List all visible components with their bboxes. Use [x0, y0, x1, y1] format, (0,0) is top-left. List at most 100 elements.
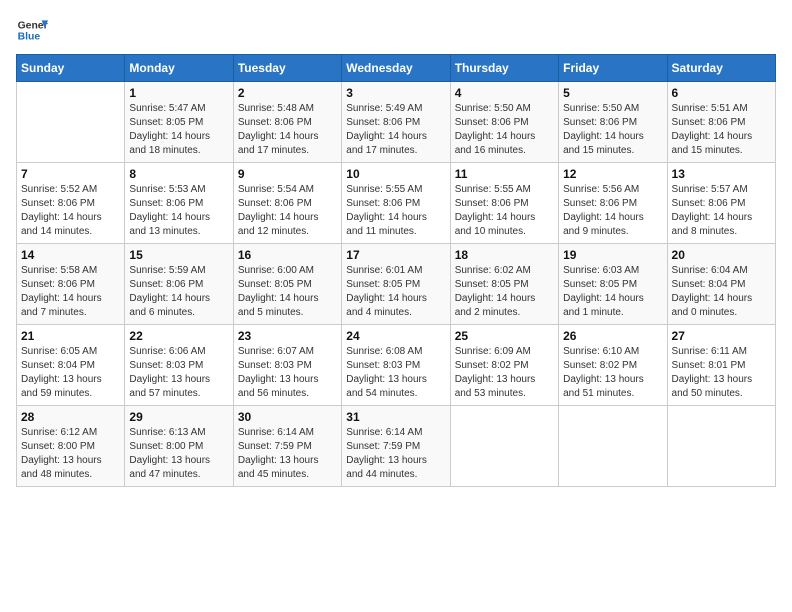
day-number: 31 [346, 410, 445, 424]
calendar-cell: 24 Sunrise: 6:08 AM Sunset: 8:03 PM Dayli… [342, 325, 450, 406]
header-day: Friday [559, 55, 667, 82]
day-number: 26 [563, 329, 662, 343]
day-info: Sunrise: 6:08 AM Sunset: 8:03 PM Dayligh… [346, 345, 445, 401]
day-number: 20 [672, 248, 771, 262]
calendar-cell: 3 Sunrise: 5:49 AM Sunset: 8:06 PM Daylig… [342, 82, 450, 163]
calendar-cell: 4 Sunrise: 5:50 AM Sunset: 8:06 PM Daylig… [450, 82, 558, 163]
calendar-cell: 31 Sunrise: 6:14 AM Sunset: 7:59 PM Dayli… [342, 406, 450, 487]
calendar-cell: 25 Sunrise: 6:09 AM Sunset: 8:02 PM Dayli… [450, 325, 558, 406]
day-number: 4 [455, 86, 554, 100]
day-number: 17 [346, 248, 445, 262]
day-info: Sunrise: 6:03 AM Sunset: 8:05 PM Dayligh… [563, 264, 662, 320]
day-number: 9 [238, 167, 337, 181]
day-info: Sunrise: 6:07 AM Sunset: 8:03 PM Dayligh… [238, 345, 337, 401]
day-info: Sunrise: 6:10 AM Sunset: 8:02 PM Dayligh… [563, 345, 662, 401]
day-number: 22 [129, 329, 228, 343]
header-day: Monday [125, 55, 233, 82]
day-number: 28 [21, 410, 120, 424]
calendar-cell: 18 Sunrise: 6:02 AM Sunset: 8:05 PM Dayli… [450, 244, 558, 325]
calendar-cell: 29 Sunrise: 6:13 AM Sunset: 8:00 PM Dayli… [125, 406, 233, 487]
calendar-cell: 14 Sunrise: 5:58 AM Sunset: 8:06 PM Dayli… [17, 244, 125, 325]
day-info: Sunrise: 6:14 AM Sunset: 7:59 PM Dayligh… [238, 426, 337, 482]
calendar-table: SundayMondayTuesdayWednesdayThursdayFrid… [16, 54, 776, 487]
day-info: Sunrise: 6:13 AM Sunset: 8:00 PM Dayligh… [129, 426, 228, 482]
svg-text:Blue: Blue [18, 32, 41, 43]
calendar-cell: 23 Sunrise: 6:07 AM Sunset: 8:03 PM Dayli… [233, 325, 341, 406]
day-number: 14 [21, 248, 120, 262]
calendar-cell: 11 Sunrise: 5:55 AM Sunset: 8:06 PM Dayli… [450, 163, 558, 244]
calendar-cell: 17Sunrise: 6:01 AM Sunset: 8:05 PM Dayli… [342, 244, 450, 325]
calendar-cell [559, 406, 667, 487]
day-number: 29 [129, 410, 228, 424]
calendar-cell: 20 Sunrise: 6:04 AM Sunset: 8:04 PM Dayli… [667, 244, 775, 325]
calendar-cell: 26 Sunrise: 6:10 AM Sunset: 8:02 PM Dayli… [559, 325, 667, 406]
day-number: 23 [238, 329, 337, 343]
day-number: 13 [672, 167, 771, 181]
day-info: Sunrise: 5:51 AM Sunset: 8:06 PM Dayligh… [672, 102, 771, 158]
day-number: 16 [238, 248, 337, 262]
day-number: 8 [129, 167, 228, 181]
day-info: Sunrise: 6:04 AM Sunset: 8:04 PM Dayligh… [672, 264, 771, 320]
day-number: 19 [563, 248, 662, 262]
calendar-header: SundayMondayTuesdayWednesdayThursdayFrid… [17, 55, 776, 82]
calendar-cell: 8 Sunrise: 5:53 AM Sunset: 8:06 PM Daylig… [125, 163, 233, 244]
calendar-cell: 1 Sunrise: 5:47 AM Sunset: 8:05 PM Daylig… [125, 82, 233, 163]
header-day: Wednesday [342, 55, 450, 82]
day-number: 5 [563, 86, 662, 100]
day-number: 25 [455, 329, 554, 343]
calendar-cell: 2Sunrise: 5:48 AM Sunset: 8:06 PM Daylig… [233, 82, 341, 163]
day-info: Sunrise: 5:54 AM Sunset: 8:06 PM Dayligh… [238, 183, 337, 239]
calendar-cell [450, 406, 558, 487]
day-info: Sunrise: 6:11 AM Sunset: 8:01 PM Dayligh… [672, 345, 771, 401]
day-info: Sunrise: 6:05 AM Sunset: 8:04 PM Dayligh… [21, 345, 120, 401]
day-info: Sunrise: 5:50 AM Sunset: 8:06 PM Dayligh… [563, 102, 662, 158]
day-info: Sunrise: 6:06 AM Sunset: 8:03 PM Dayligh… [129, 345, 228, 401]
calendar-cell [17, 82, 125, 163]
day-number: 24 [346, 329, 445, 343]
logo: General Blue [16, 16, 48, 44]
calendar-cell: 5 Sunrise: 5:50 AM Sunset: 8:06 PM Daylig… [559, 82, 667, 163]
calendar-cell: 15 Sunrise: 5:59 AM Sunset: 8:06 PM Dayli… [125, 244, 233, 325]
day-number: 15 [129, 248, 228, 262]
day-info: Sunrise: 5:50 AM Sunset: 8:06 PM Dayligh… [455, 102, 554, 158]
calendar-cell: 28 Sunrise: 6:12 AM Sunset: 8:00 PM Dayli… [17, 406, 125, 487]
day-number: 30 [238, 410, 337, 424]
calendar-cell: 19 Sunrise: 6:03 AM Sunset: 8:05 PM Dayli… [559, 244, 667, 325]
day-info: Sunrise: 6:14 AM Sunset: 7:59 PM Dayligh… [346, 426, 445, 482]
day-info: Sunrise: 6:00 AM Sunset: 8:05 PM Dayligh… [238, 264, 337, 320]
day-info: Sunrise: 5:58 AM Sunset: 8:06 PM Dayligh… [21, 264, 120, 320]
day-number: 27 [672, 329, 771, 343]
header-day: Saturday [667, 55, 775, 82]
day-number: 2 [238, 86, 337, 100]
day-info: Sunrise: 5:59 AM Sunset: 8:06 PM Dayligh… [129, 264, 228, 320]
day-info: Sunrise: 5:55 AM Sunset: 8:06 PM Dayligh… [455, 183, 554, 239]
day-info: Sunrise: 6:09 AM Sunset: 8:02 PM Dayligh… [455, 345, 554, 401]
day-number: 10 [346, 167, 445, 181]
day-info: Sunrise: 6:02 AM Sunset: 8:05 PM Dayligh… [455, 264, 554, 320]
calendar-week-row: 1 Sunrise: 5:47 AM Sunset: 8:05 PM Daylig… [17, 82, 776, 163]
header-day: Sunday [17, 55, 125, 82]
calendar-cell [667, 406, 775, 487]
day-info: Sunrise: 5:52 AM Sunset: 8:06 PM Dayligh… [21, 183, 120, 239]
calendar-cell: 13Sunrise: 5:57 AM Sunset: 8:06 PM Dayli… [667, 163, 775, 244]
day-number: 12 [563, 167, 662, 181]
logo-icon: General Blue [16, 16, 48, 44]
day-info: Sunrise: 5:53 AM Sunset: 8:06 PM Dayligh… [129, 183, 228, 239]
calendar-cell: 6 Sunrise: 5:51 AM Sunset: 8:06 PM Daylig… [667, 82, 775, 163]
day-info: Sunrise: 5:47 AM Sunset: 8:05 PM Dayligh… [129, 102, 228, 158]
day-number: 11 [455, 167, 554, 181]
day-number: 7 [21, 167, 120, 181]
day-number: 6 [672, 86, 771, 100]
calendar-cell: 7 Sunrise: 5:52 AM Sunset: 8:06 PM Daylig… [17, 163, 125, 244]
day-info: Sunrise: 5:49 AM Sunset: 8:06 PM Dayligh… [346, 102, 445, 158]
calendar-cell: 30 Sunrise: 6:14 AM Sunset: 7:59 PM Dayli… [233, 406, 341, 487]
day-info: Sunrise: 6:12 AM Sunset: 8:00 PM Dayligh… [21, 426, 120, 482]
calendar-cell: 22 Sunrise: 6:06 AM Sunset: 8:03 PM Dayli… [125, 325, 233, 406]
header-day: Tuesday [233, 55, 341, 82]
day-number: 3 [346, 86, 445, 100]
day-number: 21 [21, 329, 120, 343]
calendar-week-row: 28 Sunrise: 6:12 AM Sunset: 8:00 PM Dayli… [17, 406, 776, 487]
calendar-cell: 16 Sunrise: 6:00 AM Sunset: 8:05 PM Dayli… [233, 244, 341, 325]
day-number: 1 [129, 86, 228, 100]
day-number: 18 [455, 248, 554, 262]
